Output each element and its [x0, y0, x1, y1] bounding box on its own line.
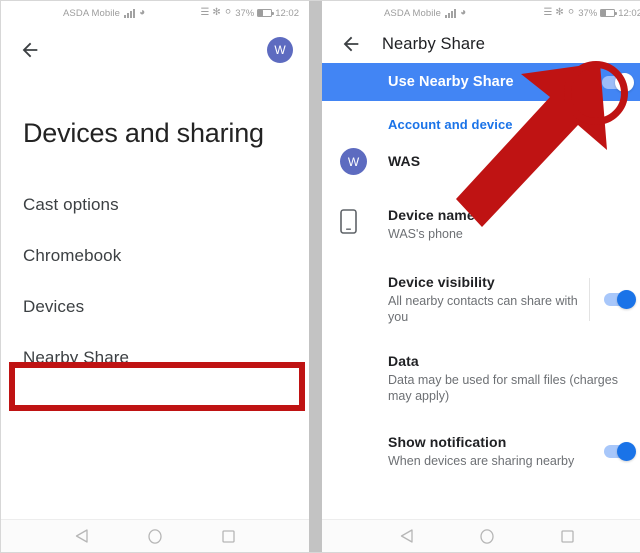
show-notification-subtitle: When devices are sharing nearby — [388, 454, 575, 468]
show-notification-icon-cell — [340, 434, 388, 436]
data-row[interactable]: Data Data may be used for small files (c… — [322, 353, 640, 404]
menu-item-label: Chromebook — [23, 246, 122, 265]
nfc-icon: ☰ — [200, 7, 210, 18]
data-icon-cell — [340, 353, 388, 355]
device-name-body: Device name WAS's phone — [388, 207, 640, 242]
data-title: Data — [388, 353, 419, 369]
device-visibility-toggle-cell — [604, 290, 640, 309]
menu-item-label: Cast options — [23, 195, 119, 214]
status-bar-left: ASDA Mobile ◕ ☰ ✻ ⚪ 37% 12:02 — [1, 1, 309, 25]
left-top-bar: W — [1, 25, 309, 75]
data-subtitle: Data may be used for small files (charge… — [388, 373, 618, 403]
bluetooth-icon: ✻ — [212, 7, 221, 18]
nav-recents-square-icon[interactable] — [218, 526, 238, 546]
account-row[interactable]: W WAS — [322, 146, 640, 175]
menu-item-chromebook[interactable]: Chromebook — [1, 233, 309, 279]
vibrate-off-icon: ⚪ — [223, 7, 233, 18]
signal-bars-icon — [124, 8, 136, 18]
account-name: WAS — [388, 152, 421, 169]
status-bar-right-group: ☰ ✻ ⚪ 37% 12:02 — [200, 8, 299, 19]
carrier-label: ASDA Mobile — [384, 7, 442, 19]
toggle-knob — [617, 290, 636, 309]
menu-item-cast-options[interactable]: Cast options — [1, 182, 309, 228]
show-notification-toggle-cell — [604, 442, 640, 461]
status-bar-left-group: ASDA Mobile ◕ — [384, 8, 466, 19]
show-notification-body: Show notification When devices are shari… — [388, 434, 604, 469]
signal-bars-icon — [445, 8, 457, 18]
avatar: W — [340, 148, 367, 175]
nav-home-circle-icon[interactable] — [477, 526, 497, 546]
screenshot-frame: ASDA Mobile ◕ ☰ ✻ ⚪ 37% 12:02 W Devices … — [0, 0, 640, 553]
data-body: Data Data may be used for small files (c… — [388, 353, 640, 404]
wifi-icon: ◕ — [139, 7, 146, 18]
avatar[interactable]: W — [267, 37, 293, 63]
device-visibility-title: Device visibility — [388, 274, 495, 290]
nav-home-circle-icon[interactable] — [145, 526, 165, 546]
nfc-icon: ☰ — [543, 7, 553, 18]
back-arrow-icon[interactable] — [340, 33, 362, 55]
device-visibility-body: Device visibility All nearby contacts ca… — [388, 274, 589, 325]
menu-item-devices[interactable]: Devices — [1, 284, 309, 330]
clock-label: 12:02 — [618, 7, 640, 19]
vibrate-off-icon: ⚪ — [566, 7, 576, 18]
show-notification-row[interactable]: Show notification When devices are shari… — [322, 434, 640, 469]
status-bar-right: ASDA Mobile ◕ ☰ ✻ ⚪ 37% 12:02 — [322, 1, 640, 25]
device-visibility-icon-cell — [340, 274, 388, 276]
status-bar-right-group: ☰ ✻ ⚪ 37% 12:02 — [543, 8, 640, 19]
battery-percent-label: 37% — [578, 7, 598, 19]
panel-separator — [309, 1, 322, 552]
device-name-subtitle: WAS's phone — [388, 227, 463, 241]
carrier-label: ASDA Mobile — [63, 7, 121, 19]
row-divider — [589, 278, 590, 321]
account-body: WAS — [388, 153, 640, 169]
avatar-initial: W — [274, 43, 286, 57]
show-notification-title: Show notification — [388, 434, 507, 450]
use-nearby-share-row[interactable]: Use Nearby Share — [322, 63, 640, 101]
nav-bar-right — [322, 519, 640, 552]
nav-back-triangle-icon[interactable] — [72, 526, 92, 546]
phone-icon — [340, 207, 388, 234]
nav-back-triangle-icon[interactable] — [396, 526, 416, 546]
page-title: Devices and sharing — [23, 118, 264, 148]
avatar-initial: W — [347, 154, 360, 169]
settings-menu-list: Cast options Chromebook Devices Nearby S… — [1, 182, 309, 381]
bluetooth-icon: ✻ — [555, 7, 564, 18]
toggle-knob — [615, 72, 634, 92]
device-name-row[interactable]: Device name WAS's phone — [322, 207, 640, 242]
nearby-share-highlight-box — [9, 362, 305, 411]
wifi-icon: ◕ — [460, 7, 467, 18]
use-nearby-share-label: Use Nearby Share — [388, 74, 514, 90]
nav-bar-left — [1, 519, 309, 552]
battery-icon — [600, 9, 618, 17]
left-phone-screen: ASDA Mobile ◕ ☰ ✻ ⚪ 37% 12:02 W Devices … — [1, 1, 309, 552]
show-notification-toggle[interactable] — [604, 442, 636, 461]
use-nearby-share-toggle[interactable] — [602, 72, 634, 92]
clock-label: 12:02 — [275, 7, 299, 19]
right-phone-screen: ASDA Mobile ◕ ☰ ✻ ⚪ 37% 12:02 Nearby Sha… — [322, 1, 640, 552]
battery-percent-label: 37% — [235, 7, 255, 19]
menu-item-label: Devices — [23, 297, 85, 316]
account-and-device-link[interactable]: Account and device — [322, 101, 640, 132]
status-bar-left-group: ASDA Mobile ◕ — [63, 8, 145, 19]
screen-title: Nearby Share — [382, 34, 486, 53]
back-arrow-icon[interactable] — [19, 39, 41, 61]
device-name-title: Device name — [388, 207, 475, 223]
device-visibility-toggle[interactable] — [604, 290, 636, 309]
battery-icon — [257, 9, 275, 17]
account-avatar-cell: W — [340, 146, 388, 175]
right-top-bar: Nearby Share — [322, 25, 640, 63]
device-visibility-row[interactable]: Device visibility All nearby contacts ca… — [322, 274, 640, 325]
device-visibility-subtitle: All nearby contacts can share with you — [388, 294, 578, 324]
toggle-knob — [617, 442, 636, 461]
nav-recents-square-icon[interactable] — [558, 526, 578, 546]
